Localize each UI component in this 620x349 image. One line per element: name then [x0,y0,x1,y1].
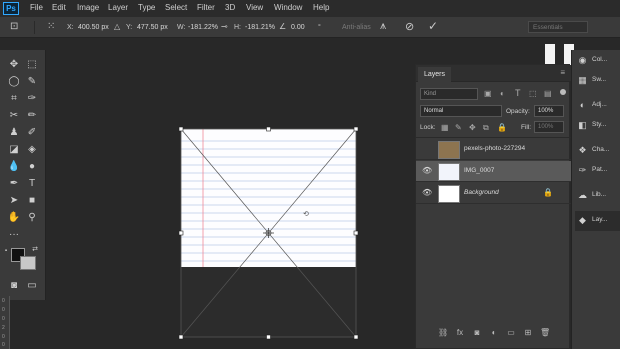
transform-handle[interactable] [353,230,359,236]
transform-handle[interactable] [178,334,184,340]
styles-icon: ◧ [578,120,587,130]
dock-label: Sw... [592,76,607,83]
dock-channels[interactable]: ❖ Cha... [575,141,620,161]
visibility-eye-icon[interactable]: 👁 [422,188,432,198]
layer-name: pexels-photo-227294 [464,145,526,152]
dock-label: Sty... [592,121,607,128]
kind-placeholder: Kind [424,91,437,97]
reference-point-icon[interactable] [263,228,274,238]
new-layer-icon[interactable]: ⊞ [523,328,533,338]
dock-layers[interactable]: ◆ Lay... [575,211,620,231]
layer-name: Background [464,189,499,196]
dock-styles[interactable]: ◧ Sty... [575,116,620,136]
adjustments-icon: ◐ [579,100,586,110]
lock-transparency-icon[interactable]: ▦ [441,123,449,132]
color-wheel-icon: ◉ [578,55,587,65]
dock-label: Adj... [592,101,607,108]
dock-label: Lay... [592,216,608,223]
filter-kind-select[interactable]: Kind [420,88,478,100]
tab-layers[interactable]: Layers [418,67,452,82]
layer-style-icon[interactable]: fx [455,328,465,338]
libraries-icon: ☁ [578,190,587,200]
dock-label: Col... [592,56,608,63]
add-mask-icon[interactable]: ◙ [472,328,482,338]
filter-smart-object-icon[interactable]: ▤ [544,89,552,98]
lock-all-icon[interactable]: 🔒 [497,123,507,132]
dock-libraries[interactable]: ☁ Lib... [575,186,620,206]
panel-menu-icon[interactable]: ≡ [560,68,565,77]
transform-handle[interactable] [178,126,184,132]
fill-label: Fill: [521,124,532,131]
link-layers-icon[interactable]: ⛓ [438,328,448,338]
panel-dock: ◉ Col... ▦ Sw... ◐ Adj... ◧ Sty... ❖ Cha… [571,50,620,349]
blend-mode-value: Normal [424,108,444,114]
filter-adjustment-icon[interactable]: ◐ [500,89,505,98]
transform-handle[interactable] [266,334,271,340]
layer-thumbnail [438,141,460,159]
layers-icon: ◆ [579,215,586,225]
lock-label: Lock: [420,124,436,131]
cursor-icon: ⟲ [303,210,309,218]
layer-thumbnail [438,185,460,203]
paths-icon: ✑ [578,165,587,175]
lock-artboard-icon[interactable]: ⧉ [483,123,489,133]
divider [416,137,571,138]
lock-icon[interactable]: 🔒 [543,188,553,197]
dock-swatches[interactable]: ▦ Sw... [575,71,620,91]
transform-handle[interactable] [266,126,271,132]
opacity-field[interactable]: 100% [534,105,564,117]
dock-label: Cha... [592,146,610,153]
fill-field[interactable]: 100% [534,121,564,133]
dock-label: Lib... [592,191,607,198]
filter-type-icon[interactable]: T [515,88,521,98]
dock-paths[interactable]: ✑ Pat... [575,161,620,181]
channels-icon: ❖ [578,145,587,155]
dock-adjustments[interactable]: ◐ Adj... [575,96,620,116]
layers-panel: Layers ≡ Kind ▣ ◐ T ⬚ ▤ Normal Opacity: … [415,64,571,349]
fill-value: 100% [538,124,554,130]
transform-handle[interactable] [353,126,359,132]
filter-toggle-icon[interactable] [560,89,566,95]
lock-pixels-icon[interactable]: ✎ [455,123,462,132]
transform-handle[interactable] [353,334,359,340]
dock-color[interactable]: ◉ Col... [575,51,620,71]
dock-label: Pat... [592,166,608,173]
opacity-label: Opacity: [506,108,530,115]
opacity-value: 100% [538,108,554,114]
delete-layer-icon[interactable]: 🗑 [540,328,550,338]
layers-panel-header: Layers ≡ [416,65,571,82]
transform-handle[interactable] [178,230,184,236]
new-group-icon[interactable]: ▭ [506,328,516,338]
filter-shape-icon[interactable]: ⬚ [529,89,537,98]
layer-row-img-0007[interactable]: 👁 IMG_0007 [416,161,571,182]
blend-mode-select[interactable]: Normal [420,105,502,117]
layer-thumbnail [438,163,460,181]
adjustment-layer-icon[interactable]: ◐ [489,328,499,338]
layer-name: IMG_0007 [464,167,495,174]
swatches-icon: ▦ [578,75,587,85]
layer-row-background[interactable]: 👁 Background 🔒 [416,183,571,204]
lock-position-icon[interactable]: ✥ [469,123,476,132]
layer-row-pexels[interactable]: pexels-photo-227294 [416,139,571,160]
filter-pixel-icon[interactable]: ▣ [484,89,492,98]
visibility-eye-icon[interactable]: 👁 [422,166,432,176]
